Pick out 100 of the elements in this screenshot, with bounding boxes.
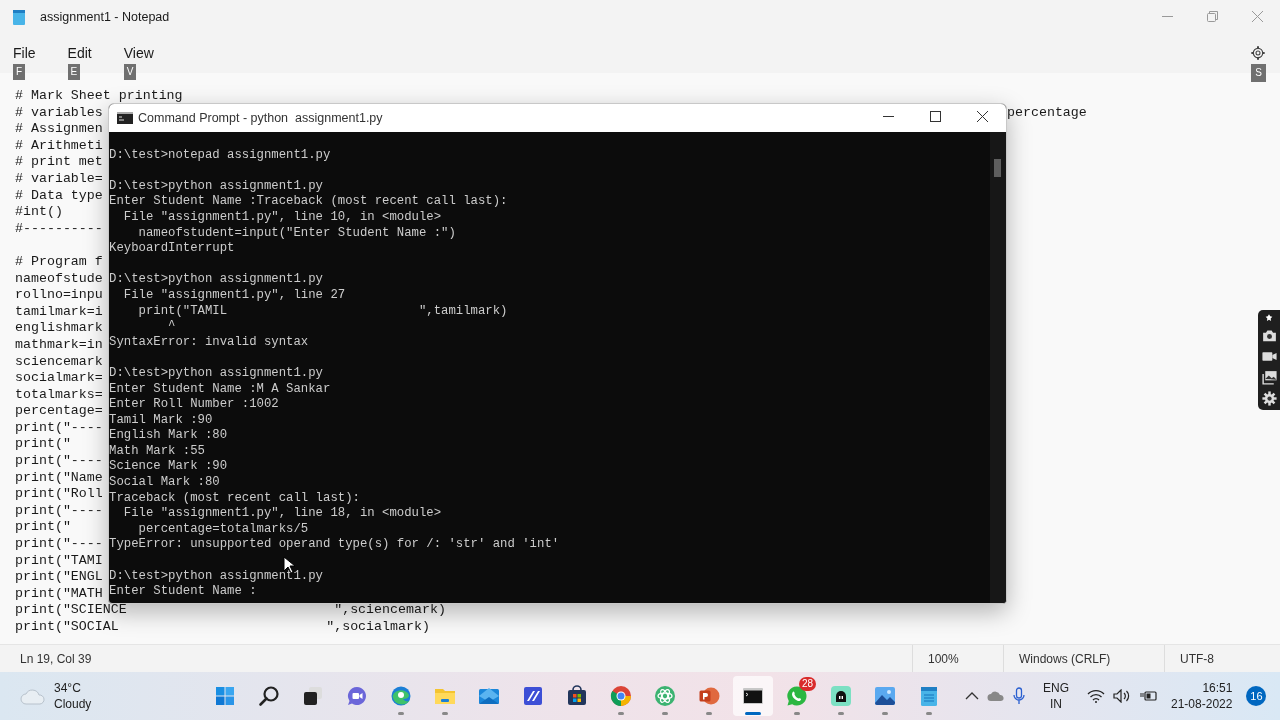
console-line: Tamil Mark :90 [109, 412, 213, 429]
console-line: Enter Student Name : [109, 584, 257, 600]
code-line: print("SCIENCE ",sciencemark) [15, 602, 446, 619]
code-line: socialmark= [15, 370, 103, 387]
maximize-icon[interactable] [930, 111, 941, 122]
notification-badge: 28 [798, 677, 816, 691]
code-line: englishmark [15, 320, 103, 337]
pin-icon[interactable] [1264, 313, 1274, 323]
code-line: nameofstude [15, 270, 103, 288]
clock-date[interactable]: 21-08-2022 [1171, 696, 1233, 712]
code-line: print("---- [15, 419, 103, 437]
task-view-icon[interactable] [301, 684, 325, 708]
menu-item[interactable]: View [123, 45, 154, 61]
console-line: D:\test>python assignment1.py [109, 568, 323, 585]
menu-item[interactable]: Edit [67, 45, 92, 61]
cursor-position: Ln 19, Col 39 [19, 651, 93, 666]
console-line: D:\test>python assignment1.py [109, 178, 323, 195]
code-line: #int() [15, 204, 63, 221]
code-line: print("SOCIAL ",socialmark) [15, 619, 430, 636]
console-line: D:\test>python assignment1.py [109, 365, 323, 382]
speaker-icon[interactable] [1113, 689, 1131, 703]
console-line: English Mark :80 [109, 428, 228, 444]
code-line: # variable= [15, 170, 103, 188]
input-region[interactable]: IN [1050, 696, 1062, 712]
gallery-icon[interactable] [1260, 369, 1278, 386]
clock-time[interactable]: 16:51 [1171, 680, 1233, 696]
console-line: Enter Student Name :Traceback (most recent call last): [109, 194, 508, 210]
settings-icon[interactable] [1250, 45, 1266, 61]
keytip-badge: V [123, 64, 137, 80]
store-bag-icon[interactable] [565, 684, 589, 708]
console-line: ^ [167, 319, 176, 335]
code-line: mathmark=in [15, 336, 103, 354]
keytip-badge: F [13, 64, 26, 80]
console-line: print("TAMIL ",tamilmark) [137, 303, 508, 320]
code-line: print("MATH [15, 585, 103, 603]
keytip-badge: E [67, 64, 81, 80]
console-line: D:\test>python assignment1.py [109, 272, 323, 288]
code-line: tamilmark=i [15, 303, 103, 321]
microphone-icon[interactable] [1013, 687, 1025, 705]
code-line: rollno=inpu [15, 287, 103, 304]
caret-up-icon[interactable] [965, 691, 979, 701]
keytip-badge: S [1251, 64, 1266, 82]
console-line: File "assignment1.py", line 10, in <module> [122, 209, 442, 226]
code-line: totalmarks= [15, 386, 103, 404]
code-line: print("Roll [15, 486, 103, 503]
code-line: print("---- [15, 536, 103, 553]
code-line: print("TAMI [15, 552, 103, 570]
search-icon[interactable] [257, 684, 281, 708]
code-line: #---------- [15, 220, 103, 238]
console-line: Enter Roll Number :1002 [109, 397, 279, 413]
window-title: assignment1 - Notepad [40, 9, 171, 24]
menu-item[interactable]: File [13, 45, 36, 61]
console-line: percentage=totalmarks/5 [137, 521, 309, 538]
zoom-level: 100% [928, 651, 959, 666]
restore-icon[interactable] [1207, 11, 1218, 22]
line-ending: Windows (CRLF) [1019, 651, 1111, 666]
pen-app-icon[interactable] [521, 684, 545, 708]
code-line: sciencemark [15, 353, 103, 371]
weather-condition: Cloudy [54, 696, 92, 712]
console-line: TypeError: unsupported operand type(s) for /: 'str' and 'int' [109, 537, 560, 554]
input-language[interactable]: ENG [1043, 680, 1069, 696]
code-line: # print met [15, 154, 103, 171]
console-line: nameofstudent=input("Enter Student Name :") [137, 225, 456, 242]
console-line: KeyboardInterrupt [109, 241, 235, 257]
code-line: print("---- [15, 502, 103, 520]
scrollbar-thumb[interactable] [994, 159, 1001, 177]
code-line: percentage= [15, 403, 103, 420]
console-line: SyntaxError: invalid syntax [109, 334, 309, 351]
scrollbar[interactable] [990, 132, 1006, 603]
code-line: # Mark Sheet printing [15, 88, 183, 105]
code-line: # Data type [15, 187, 103, 205]
video-chat-icon[interactable] [345, 684, 369, 708]
browser-icon[interactable] [389, 684, 413, 708]
code-line: # Program f [15, 253, 103, 271]
console-line: Science Mark :90 [109, 459, 228, 476]
code-line: print(" [15, 519, 71, 537]
settings-icon[interactable] [1260, 390, 1278, 407]
console-line: Social Mark :80 [109, 475, 220, 491]
code-line: print("Name [15, 469, 103, 487]
wifi-icon[interactable] [1087, 689, 1105, 703]
console-line: Enter Student Name :M A Sankar [109, 381, 331, 398]
encoding: UTF-8 [1180, 651, 1214, 666]
atom-icon[interactable] [653, 684, 677, 708]
notepad-icon [12, 8, 26, 25]
notification-badge[interactable]: 16 [1246, 686, 1267, 706]
robot-app-icon[interactable] [829, 684, 853, 708]
console-line: File "assignment1.py", line 27 [122, 287, 346, 304]
terminal-icon [117, 112, 133, 124]
cloud-icon[interactable] [987, 690, 1005, 702]
console-line: File "assignment1.py", line 18, in <module> [122, 506, 442, 522]
code-line: # variables [15, 104, 103, 122]
code-line: # Arithmeti [15, 137, 103, 155]
code-line: print("ENGL [15, 569, 103, 586]
console-line: Traceback (most recent call last): [109, 490, 360, 507]
window-title: Command Prompt - python assignment1.py [138, 111, 384, 125]
close-icon[interactable] [977, 111, 988, 122]
battery-charging-icon[interactable] [1139, 689, 1157, 703]
start-icon[interactable] [213, 684, 237, 708]
browser-icon[interactable] [609, 684, 633, 708]
photo-icon[interactable] [873, 684, 897, 708]
